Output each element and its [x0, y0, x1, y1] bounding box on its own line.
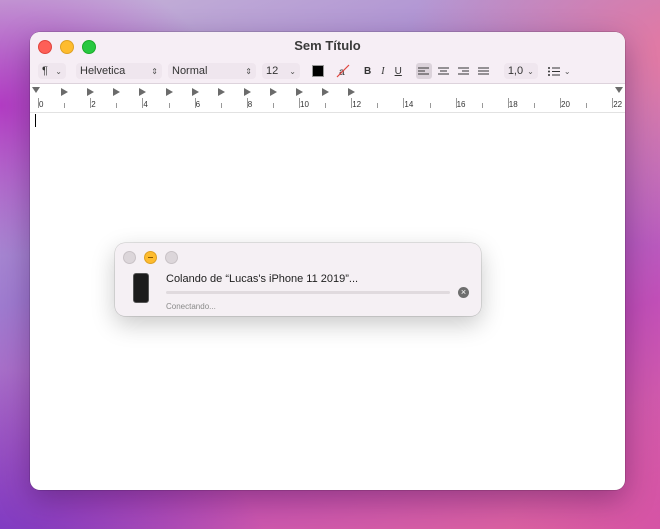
ruler-tick	[533, 103, 535, 108]
ruler-tick	[64, 103, 66, 108]
paragraph-icon: ¶	[42, 65, 48, 77]
list-bullets-icon	[547, 66, 560, 76]
ruler-tick	[325, 103, 327, 108]
tab-stop-marker[interactable]	[87, 88, 95, 96]
no-background-color-icon: a	[336, 64, 350, 78]
dialog-close-button[interactable]	[123, 251, 136, 264]
ruler-label: 6	[195, 100, 201, 109]
ruler-label: 0	[39, 100, 44, 109]
iphone-icon	[133, 273, 149, 303]
tab-stop-marker[interactable]	[296, 88, 303, 96]
chevron-down-icon: ⌄	[563, 66, 571, 76]
font-family-value: Helvetica	[80, 65, 126, 77]
ruler-tick	[351, 98, 353, 108]
ruler-tick	[299, 98, 300, 108]
dialog-title: Colando de “Lucas's iPhone 11 2019”...	[166, 273, 359, 285]
tab-stop-marker[interactable]	[348, 88, 356, 96]
justify-button[interactable]	[476, 63, 492, 79]
ruler-tick	[403, 98, 405, 108]
align-center-icon	[438, 67, 450, 74]
paragraph-style-popup[interactable]: ¶ ⌄	[38, 63, 66, 79]
ruler-tick	[272, 103, 274, 108]
ruler-tick	[455, 98, 457, 108]
tab-stop-marker[interactable]	[191, 88, 199, 96]
tab-stop-marker[interactable]	[322, 88, 330, 96]
progress-bar	[166, 291, 450, 294]
paste-progress-dialog: Colando de “Lucas's iPhone 11 2019”... ×…	[115, 243, 481, 316]
ruler-tick	[142, 98, 144, 108]
align-center-button[interactable]	[436, 63, 452, 79]
font-size-value: 12	[266, 65, 279, 77]
font-family-popup[interactable]: Helvetica ⇕	[76, 63, 162, 79]
font-size-combo[interactable]: 12 ⌄	[262, 63, 300, 79]
cancel-icon[interactable]: ×	[458, 287, 469, 298]
ruler-tick	[377, 103, 379, 108]
title-bar[interactable]: Sem Título ¶ ⌄ Helvetica ⇕ Normal ⇕ 12 ⌄	[30, 32, 625, 84]
background-color-well[interactable]: a	[336, 63, 350, 79]
bold-button[interactable]: B	[364, 63, 371, 79]
align-left-button[interactable]	[415, 63, 432, 79]
ruler-label: 2	[91, 100, 96, 109]
ruler-tick	[560, 98, 561, 108]
tab-stop-marker[interactable]	[269, 88, 277, 96]
ruler-tick	[612, 98, 614, 108]
font-style-popup[interactable]: Normal ⇕	[168, 63, 256, 79]
dialog-minimize-button[interactable]	[144, 251, 157, 264]
ruler-label: 20	[561, 100, 570, 109]
ruler-tick	[481, 103, 483, 108]
tab-stop-marker[interactable]	[217, 88, 225, 96]
ruler-label: 12	[352, 100, 362, 109]
justify-icon	[478, 67, 490, 74]
text-color-swatch	[312, 65, 324, 77]
ruler-label: 10	[300, 100, 309, 109]
chevron-down-icon: ⌄	[289, 66, 296, 76]
ruler-tick	[220, 103, 222, 108]
ruler-tick	[38, 98, 39, 108]
font-style-value: Normal	[172, 65, 208, 77]
left-margin-marker[interactable]	[32, 87, 40, 93]
ruler-tick	[586, 103, 588, 108]
list-bullets-popup[interactable]: ⌄	[547, 63, 578, 79]
ruler-tick	[507, 98, 509, 108]
format-toolbar: ¶ ⌄ Helvetica ⇕ Normal ⇕ 12 ⌄ a	[38, 62, 617, 80]
window-title: Sem Título	[294, 38, 361, 53]
ruler-label: 16	[456, 100, 466, 109]
ruler-label: 22	[613, 100, 623, 109]
tab-stop-marker[interactable]	[61, 88, 69, 96]
tab-stop-marker[interactable]	[243, 88, 251, 96]
updown-chevron-icon: ⇕	[245, 66, 252, 76]
underline-button[interactable]: U	[395, 63, 402, 79]
text-color-well[interactable]	[312, 63, 324, 79]
ruler-label: 4	[143, 100, 148, 109]
ruler-tick	[429, 103, 431, 108]
italic-button[interactable]: I	[381, 63, 384, 79]
align-right-icon	[458, 67, 470, 74]
ruler-tick	[194, 98, 196, 108]
tab-stop-marker[interactable]	[113, 88, 121, 96]
ruler-tick	[246, 98, 248, 108]
right-margin-marker[interactable]	[615, 87, 623, 93]
ruler-label: 14	[404, 100, 414, 109]
dialog-status: Conectando...	[166, 302, 216, 311]
updown-chevron-icon: ⇕	[151, 66, 158, 76]
line-spacing-popup[interactable]: 1,0 ⌄	[503, 63, 538, 79]
tab-stop-marker[interactable]	[165, 88, 173, 96]
dialog-zoom-button[interactable]	[165, 251, 178, 264]
ruler-label: 8	[247, 100, 253, 109]
align-right-button[interactable]	[456, 63, 472, 79]
chevron-down-icon: ⌄	[527, 66, 534, 76]
ruler-tick	[116, 103, 118, 108]
align-left-icon	[418, 67, 430, 74]
dialog-window-controls	[123, 251, 178, 264]
ruler-tick	[90, 98, 92, 108]
ruler-label: 18	[508, 100, 518, 109]
chevron-down-icon: ⌄	[55, 66, 62, 76]
ruler[interactable]: 0 2 4 6 8 10 12 14 16 18 20 22	[30, 84, 625, 113]
line-spacing-value: 1,0	[507, 65, 524, 77]
tab-stop-marker[interactable]	[139, 88, 147, 96]
ruler-tick	[168, 103, 170, 108]
